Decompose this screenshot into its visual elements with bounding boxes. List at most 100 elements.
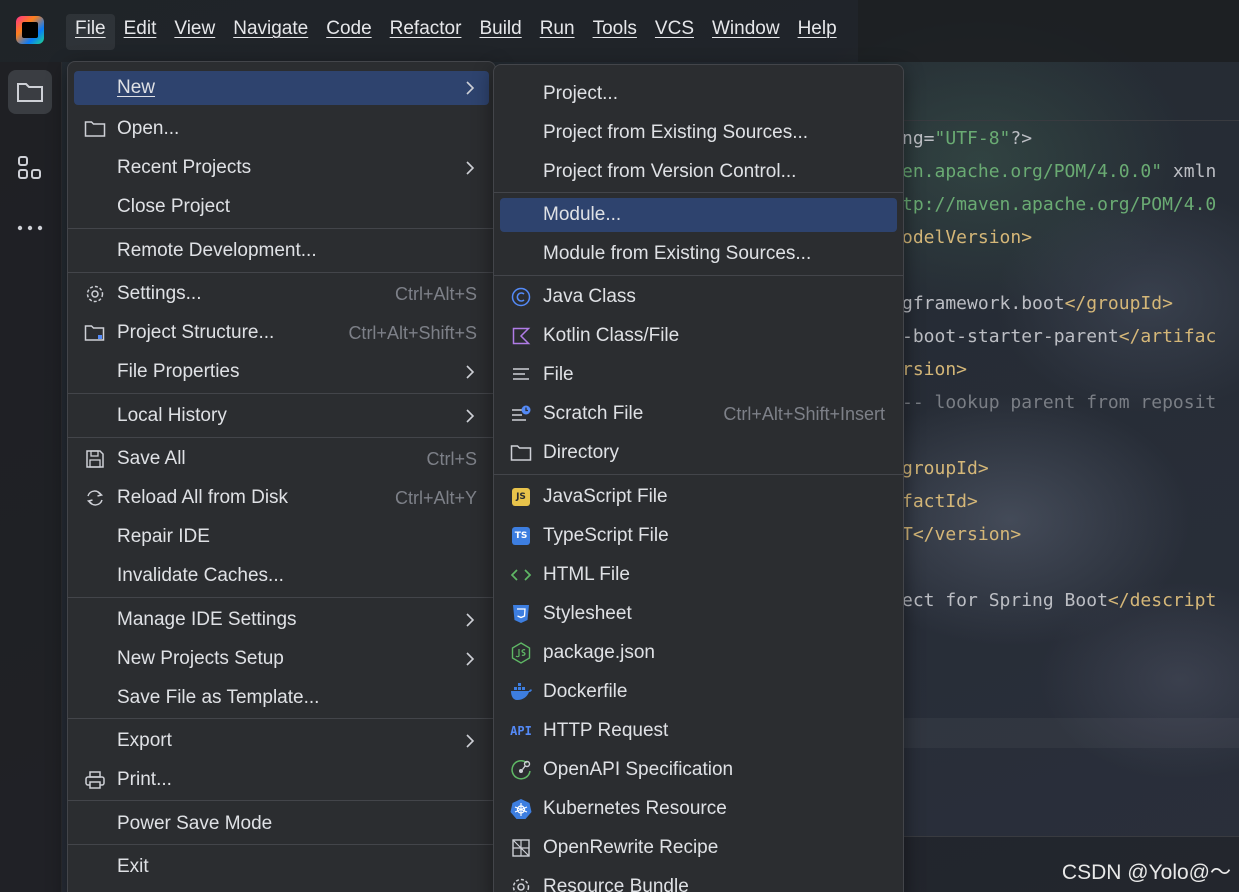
menu-item-label: JavaScript File xyxy=(543,486,668,507)
gear-icon xyxy=(84,284,106,304)
menubar-item-tools[interactable]: Tools xyxy=(584,14,646,50)
menu-item-project-from-vcs[interactable]: Project from Version Control... xyxy=(500,155,897,189)
code-line: gframework.boot</groupId> xyxy=(902,293,1173,314)
file-menu: New Open... Recent Projects Close Projec… xyxy=(67,61,496,892)
menu-item-open[interactable]: Open... xyxy=(74,112,489,146)
menu-item-label: Save File as Template... xyxy=(117,687,320,708)
menu-item-label: Kubernetes Resource xyxy=(543,798,727,819)
code-token: groupId> xyxy=(902,458,989,479)
menu-item-save-all[interactable]: Save All Ctrl+S xyxy=(74,442,489,476)
menu-item-export[interactable]: Export xyxy=(74,724,489,758)
menu-item-label: Reload All from Disk xyxy=(117,487,289,508)
menu-item-stylesheet[interactable]: Stylesheet xyxy=(500,597,897,631)
shortcut-label: Ctrl+S xyxy=(426,448,477,469)
menu-item-kubernetes-resource[interactable]: Kubernetes Resource xyxy=(500,792,897,826)
menu-item-project-from-existing-sources[interactable]: Project from Existing Sources... xyxy=(500,116,897,150)
kubernetes-icon xyxy=(510,799,532,819)
code-line: odelVersion> xyxy=(902,227,1032,248)
code-line: -boot-starter-parent</artifac xyxy=(902,326,1216,347)
title-bar: File Edit View Navigate Code Refactor Build Run… xyxy=(0,0,858,62)
menu-item-close-project[interactable]: Close Project xyxy=(74,190,489,224)
menubar-item-build[interactable]: Build xyxy=(470,14,530,50)
menu-item-new-projects-setup[interactable]: New Projects Setup xyxy=(74,642,489,676)
code-token: gframework.boot xyxy=(902,293,1065,314)
menu-item-directory[interactable]: Directory xyxy=(500,436,897,470)
menu-item-local-history[interactable]: Local History xyxy=(74,399,489,433)
main-menu-bar: File Edit View Navigate Code Refactor Build Run… xyxy=(66,14,846,50)
menu-item-resource-bundle[interactable]: Resource Bundle xyxy=(500,870,897,892)
menubar-item-navigate[interactable]: Navigate xyxy=(224,14,317,50)
more-tools-button[interactable] xyxy=(8,206,52,250)
menu-item-file[interactable]: File xyxy=(500,358,897,392)
new-submenu: Project... Project from Existing Sources… xyxy=(493,64,904,892)
menu-item-module-from-existing-sources[interactable]: Module from Existing Sources... xyxy=(500,237,897,271)
menu-item-new-project[interactable]: Project... xyxy=(500,77,897,111)
menu-item-project-structure[interactable]: Project Structure... Ctrl+Alt+Shift+S xyxy=(74,316,489,350)
menubar-item-window[interactable]: Window xyxy=(703,14,789,50)
menubar-item-edit[interactable]: Edit xyxy=(115,14,166,50)
html-icon xyxy=(510,565,532,585)
menu-item-label: Local History xyxy=(117,405,227,426)
menu-item-recent-projects[interactable]: Recent Projects xyxy=(74,151,489,185)
menu-item-file-properties[interactable]: File Properties xyxy=(74,355,489,389)
menu-item-label: TypeScript File xyxy=(543,525,669,546)
code-line: ect for Spring Boot</descript xyxy=(902,590,1216,611)
menu-item-dockerfile[interactable]: Dockerfile xyxy=(500,675,897,709)
menu-item-html-file[interactable]: HTML File xyxy=(500,558,897,592)
menu-item-javascript-file[interactable]: JS JavaScript File xyxy=(500,480,897,514)
chevron-right-icon xyxy=(466,161,475,175)
menu-item-label: package.json xyxy=(543,642,655,663)
structure-tool-button[interactable] xyxy=(8,146,52,190)
menu-item-java-class[interactable]: Java Class xyxy=(500,280,897,314)
menu-item-typescript-file[interactable]: TS TypeScript File xyxy=(500,519,897,553)
menu-separator xyxy=(68,437,495,438)
code-editor[interactable]: ng="UTF-8"?> en.apache.org/POM/4.0.0" xml… xyxy=(902,120,1239,840)
menu-item-label: File Properties xyxy=(117,361,240,382)
menu-item-package-json[interactable]: package.json xyxy=(500,636,897,670)
menu-item-settings[interactable]: Settings... Ctrl+Alt+S xyxy=(74,277,489,311)
menu-item-label: Power Save Mode xyxy=(117,813,273,834)
menu-item-print[interactable]: Print... xyxy=(74,763,489,797)
menubar-item-vcs[interactable]: VCS xyxy=(646,14,703,50)
menu-separator xyxy=(68,272,495,273)
shortcut-label: Ctrl+Alt+S xyxy=(394,283,477,304)
project-structure-icon xyxy=(84,323,106,343)
shortcut-label: Ctrl+Alt+Y xyxy=(394,487,477,508)
menu-item-label: Scratch File xyxy=(543,403,644,424)
menu-item-manage-ide-settings[interactable]: Manage IDE Settings xyxy=(74,603,489,637)
menu-item-label: Manage IDE Settings xyxy=(117,609,297,630)
menubar-item-code[interactable]: Code xyxy=(317,14,380,50)
menu-item-openapi-spec[interactable]: OpenAPI Specification xyxy=(500,753,897,787)
menu-item-new[interactable]: New xyxy=(74,71,489,105)
chevron-right-icon xyxy=(466,734,475,748)
menu-item-scratch-file[interactable]: Scratch File Ctrl+Alt+Shift+Insert xyxy=(500,397,897,431)
project-tool-button[interactable] xyxy=(8,70,52,114)
menu-item-label: Project... xyxy=(543,83,618,104)
code-token: -boot-starter-parent xyxy=(902,326,1119,347)
menu-item-label: Resource Bundle xyxy=(543,876,689,892)
reload-icon xyxy=(84,488,106,508)
folder-icon xyxy=(510,443,532,463)
menubar-item-run[interactable]: Run xyxy=(531,14,584,50)
menu-item-exit[interactable]: Exit xyxy=(74,850,489,884)
menu-item-reload-all[interactable]: Reload All from Disk Ctrl+Alt+Y xyxy=(74,481,489,515)
menu-item-label: Stylesheet xyxy=(543,603,632,624)
menu-item-repair-ide[interactable]: Repair IDE xyxy=(74,520,489,554)
menu-item-remote-development[interactable]: Remote Development... xyxy=(74,234,489,268)
menu-item-power-save-mode[interactable]: Power Save Mode xyxy=(74,807,489,841)
menubar-item-file[interactable]: File xyxy=(66,14,115,50)
menu-item-invalidate-caches[interactable]: Invalidate Caches... xyxy=(74,559,489,593)
menu-item-http-request[interactable]: API HTTP Request xyxy=(500,714,897,748)
menubar-item-help[interactable]: Help xyxy=(789,14,846,50)
menu-item-save-file-as-template[interactable]: Save File as Template... xyxy=(74,681,489,715)
menu-item-label: Project Structure... xyxy=(117,322,275,343)
menu-item-kotlin-class[interactable]: Kotlin Class/File xyxy=(500,319,897,353)
code-token: T</version> xyxy=(902,524,1022,545)
menu-item-label: Open... xyxy=(117,118,180,139)
menu-item-new-module[interactable]: Module... xyxy=(500,198,897,232)
menubar-item-refactor[interactable]: Refactor xyxy=(381,14,471,50)
menubar-item-view[interactable]: View xyxy=(165,14,224,50)
menu-item-openrewrite-recipe[interactable]: OpenRewrite Recipe xyxy=(500,831,897,865)
menu-item-label: Print... xyxy=(117,769,172,790)
menu-separator xyxy=(68,597,495,598)
